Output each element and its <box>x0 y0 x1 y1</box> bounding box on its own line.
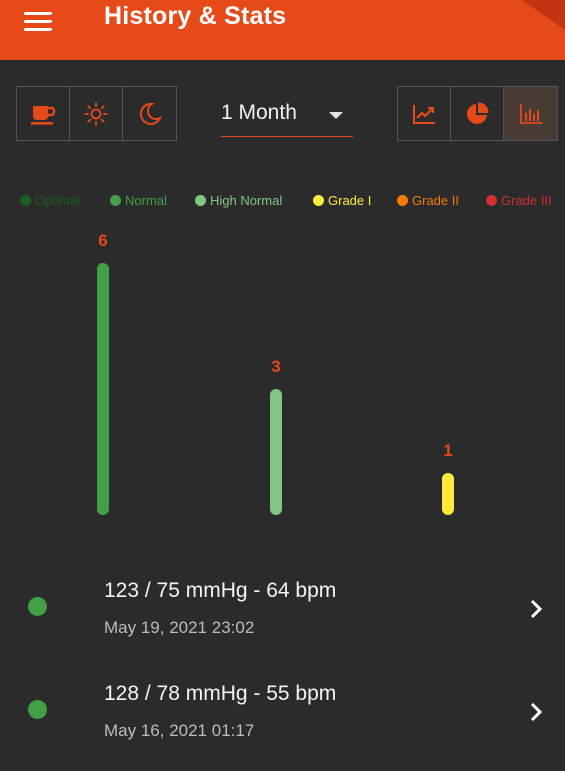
menu-icon[interactable] <box>24 12 54 32</box>
line-chart-view-button[interactable] <box>398 87 451 140</box>
line-chart-icon <box>413 104 435 124</box>
legend-label: Grade II <box>412 193 459 208</box>
legend-label: Grade III <box>501 193 552 208</box>
chevron-down-icon <box>329 112 343 119</box>
moon-icon <box>139 102 162 125</box>
chart-legend: Optimal Normal High Normal Grade I Grade… <box>0 193 565 211</box>
morning-filter-button[interactable] <box>17 87 70 140</box>
coffee-cup-icon <box>31 105 56 125</box>
chevron-right-icon <box>530 599 543 619</box>
pie-chart-view-button[interactable] <box>451 87 504 140</box>
legend-dot <box>313 195 324 206</box>
legend-item: Grade I <box>313 193 371 208</box>
legend-dot <box>195 195 206 206</box>
legend-dot <box>110 195 121 206</box>
sun-icon <box>84 101 108 126</box>
legend-label: High Normal <box>210 193 283 208</box>
legend-label: Normal <box>125 193 167 208</box>
legend-item: High Normal <box>195 193 282 208</box>
legend-dot <box>397 195 408 206</box>
legend-dot <box>486 195 497 206</box>
day-filter-button[interactable] <box>70 87 123 140</box>
bar-normal <box>97 263 109 515</box>
bar-value-label: 6 <box>98 231 107 250</box>
night-filter-button[interactable] <box>123 87 176 140</box>
bar-chart-icon <box>519 103 542 124</box>
reading-value: 123 / 75 mmHg - 64 bpm <box>104 579 337 602</box>
reading-value: 128 / 78 mmHg - 55 bpm <box>104 682 337 705</box>
chevron-right-icon <box>530 702 543 722</box>
legend-item: Optimal <box>20 193 80 208</box>
time-of-day-filter <box>16 86 177 141</box>
legend-label: Optimal <box>35 193 80 208</box>
legend-label: Grade I <box>328 193 372 208</box>
reading-date: May 19, 2021 23:02 <box>104 618 255 637</box>
reading-row[interactable]: 123 / 75 mmHg - 64 bpm May 19, 2021 23:0… <box>0 565 565 660</box>
reading-date: May 16, 2021 01:17 <box>104 721 255 740</box>
reading-row[interactable]: 128 / 78 mmHg - 55 bpm May 16, 2021 01:1… <box>0 668 565 763</box>
legend-item: Grade III <box>486 193 552 208</box>
bar-value-label: 3 <box>271 357 280 376</box>
status-dot <box>28 700 47 719</box>
pie-chart-icon <box>467 101 489 124</box>
bar-high-normal <box>270 389 282 515</box>
bar-value-label: 1 <box>443 441 452 460</box>
chart-view-toggle <box>397 86 558 141</box>
legend-item: Grade II <box>397 193 459 208</box>
period-dropdown[interactable]: 1 Month <box>221 97 353 137</box>
page-title: History & Stats <box>104 2 287 30</box>
app-bar: History & Stats <box>0 0 565 60</box>
bar-chart: 6 3 1 <box>97 231 454 515</box>
status-dot <box>28 597 47 616</box>
app-bar-corner-decoration <box>514 0 565 35</box>
bar-chart-view-button[interactable] <box>504 87 557 140</box>
period-value: 1 Month <box>221 101 297 124</box>
legend-dot <box>20 195 31 206</box>
legend-item: Normal <box>110 193 167 208</box>
bar-grade-i <box>442 473 454 515</box>
